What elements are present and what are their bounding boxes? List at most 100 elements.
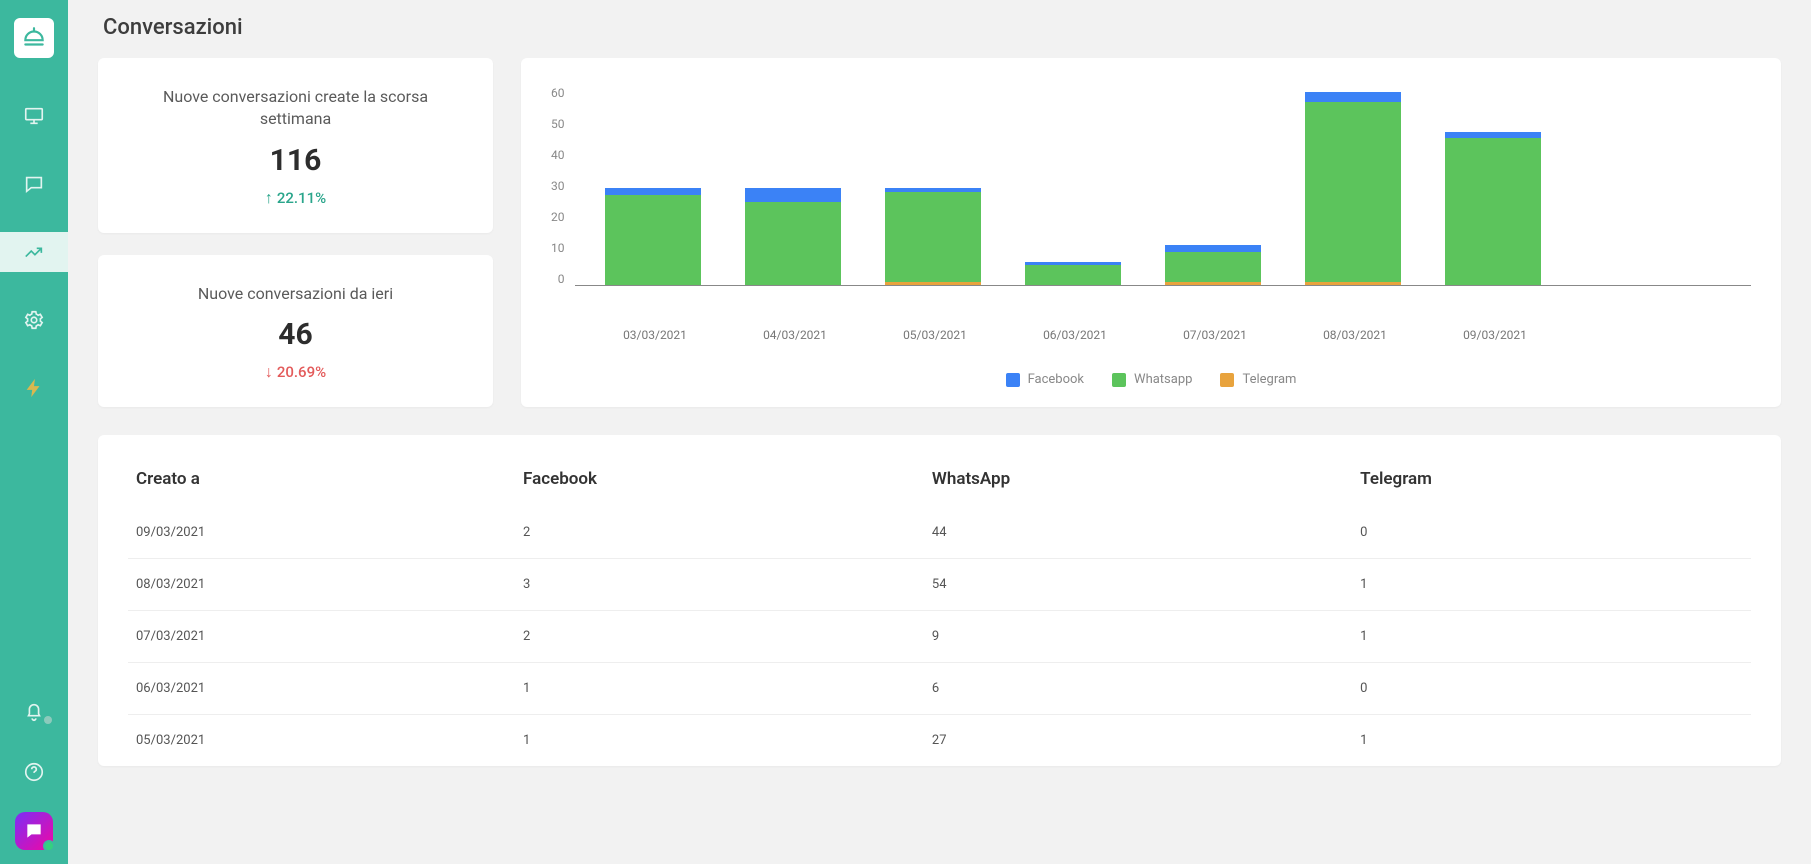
x-tick: 09/03/2021 [1447,328,1543,342]
y-tick: 0 [558,272,565,286]
y-tick: 60 [551,86,565,100]
sidebar-item-conversations[interactable] [0,164,68,204]
chart-y-axis: 6050403020100 [551,86,575,286]
arrow-up-icon: ↑ [265,190,273,206]
table-cell: 27 [924,715,1352,767]
x-tick: 08/03/2021 [1307,328,1403,342]
metric-delta: ↓ 20.69% [265,363,326,381]
table-cell: 05/03/2021 [128,715,515,767]
legend-label: Facebook [1028,372,1084,387]
sidebar-item-analytics[interactable] [0,232,68,272]
table-cell: 54 [924,559,1352,611]
bar-segment [1165,252,1261,282]
legend-item: Telegram [1220,372,1296,387]
sidebar [0,0,68,864]
sidebar-item-dashboard[interactable] [0,96,68,136]
chart-legend: Facebook Whatsapp Telegram [551,372,1751,387]
user-avatar[interactable] [15,812,53,850]
main-content: Conversazioni Nuove conversazioni create… [68,0,1811,864]
legend-item: Whatsapp [1112,372,1192,387]
bar-group [605,188,701,285]
table-cell: 08/03/2021 [128,559,515,611]
sidebar-item-settings[interactable] [0,300,68,340]
metric-card-yesterday: Nuove conversazioni da ieri 46 ↓ 20.69% [98,255,493,407]
table-cell: 1 [1352,611,1751,663]
legend-item: Facebook [1006,372,1084,387]
table-cell: 0 [1352,507,1751,559]
chart-card: 6050403020100 03/03/202104/03/202105/03/… [521,58,1781,407]
table-header: WhatsApp [924,455,1352,507]
metric-title: Nuove conversazioni da ieri [146,283,446,305]
x-tick: 03/03/2021 [607,328,703,342]
bar-segment [885,282,981,285]
table-cell: 06/03/2021 [128,663,515,715]
bar-segment [1165,245,1261,252]
table-cell: 07/03/2021 [128,611,515,663]
bar-segment [1305,92,1401,102]
gear-icon [23,309,45,331]
x-tick: 04/03/2021 [747,328,843,342]
y-tick: 10 [551,241,565,255]
table-cell: 1 [1352,715,1751,767]
bell-icon [23,701,45,723]
table-row: 09/03/20212440 [128,507,1751,559]
notification-dot [44,716,52,724]
metric-delta: ↑ 22.11% [265,189,326,207]
y-tick: 20 [551,210,565,224]
sidebar-item-notifications[interactable] [0,692,68,732]
chart-x-axis: 03/03/2021 04/03/2021 05/03/2021 06/03/2021… [551,328,1751,348]
metric-title: Nuove conversazioni create la scorsa set… [146,86,446,131]
table-cell: 9 [924,611,1352,663]
bar-segment [1445,138,1541,285]
x-tick: 07/03/2021 [1167,328,1263,342]
y-tick: 30 [551,179,565,193]
bar-segment [745,202,841,285]
bar-group [745,188,841,285]
bar-segment [1025,265,1121,285]
sidebar-item-automations[interactable] [0,368,68,408]
x-tick: 06/03/2021 [1027,328,1123,342]
table-cell: 2 [515,611,924,663]
legend-label: Telegram [1242,372,1296,387]
bar-segment [605,188,701,195]
app-logo [14,18,54,58]
chat-icon [23,173,45,195]
table-cell: 09/03/2021 [128,507,515,559]
bar-group [885,188,981,285]
bar-group [1445,132,1541,285]
table-row: 07/03/2021291 [128,611,1751,663]
legend-swatch [1220,373,1234,387]
monitor-icon [23,105,45,127]
table-cell: 44 [924,507,1352,559]
table-header: Telegram [1352,455,1751,507]
table-cell: 3 [515,559,924,611]
bar-segment [1305,282,1401,285]
table-cell: 0 [1352,663,1751,715]
bar-segment [1445,132,1541,139]
data-table: Creato aFacebookWhatsAppTelegram 09/03/2… [128,455,1751,766]
x-tick: 05/03/2021 [887,328,983,342]
bolt-icon [23,377,45,399]
help-icon [23,761,45,783]
bar-segment [605,195,701,285]
page-title: Conversazioni [103,15,1781,40]
table-cell: 6 [924,663,1352,715]
legend-swatch [1006,373,1020,387]
table-cell: 1 [1352,559,1751,611]
chart-plot [575,86,1752,286]
table-row: 05/03/20211271 [128,715,1751,767]
bar-group [1025,262,1121,285]
y-tick: 40 [551,148,565,162]
bar-segment [1165,282,1261,285]
table-cell: 2 [515,507,924,559]
bar-group [1165,245,1261,285]
bar-segment [745,188,841,201]
data-table-card: Creato aFacebookWhatsAppTelegram 09/03/2… [98,435,1781,766]
legend-swatch [1112,373,1126,387]
presence-indicator [43,840,55,852]
bar-segment [885,192,981,282]
legend-label: Whatsapp [1134,372,1192,387]
table-cell: 1 [515,663,924,715]
sidebar-item-help[interactable] [0,752,68,792]
trend-up-icon [23,241,45,263]
